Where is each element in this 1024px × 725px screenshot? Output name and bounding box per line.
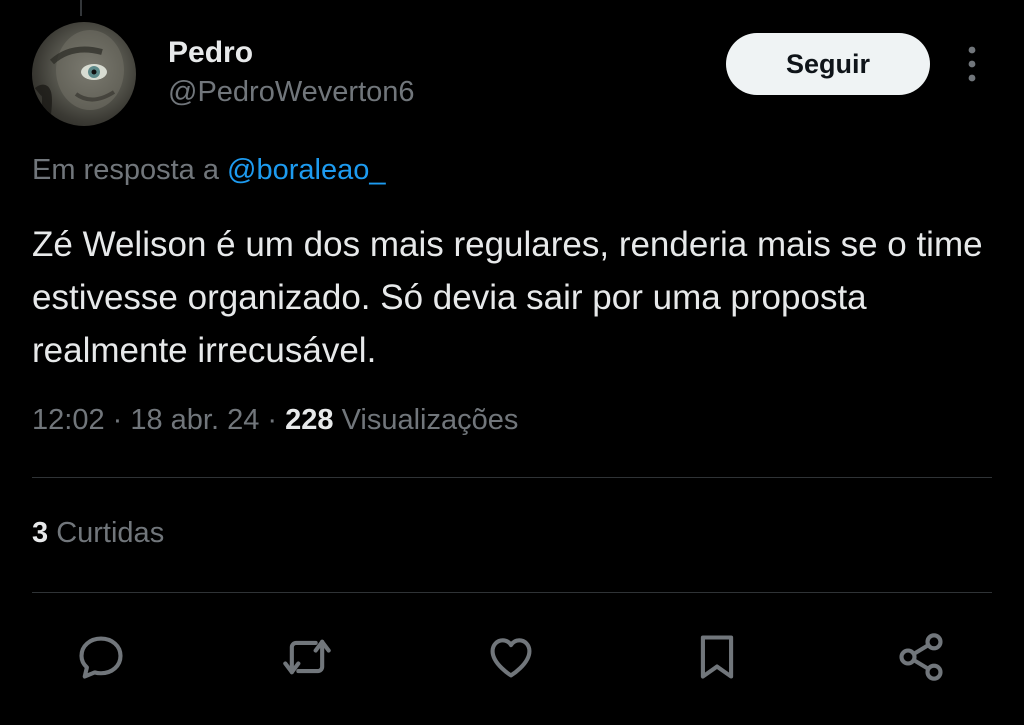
likes-count: 3	[32, 517, 49, 549]
tweet-time[interactable]: 12:02	[32, 404, 105, 436]
more-options-button[interactable]	[952, 42, 992, 86]
reply-context-prefix: Em resposta a	[32, 154, 219, 186]
likes-summary[interactable]: 3 Curtidas	[32, 517, 164, 550]
retweet-icon	[283, 639, 331, 675]
tweet-meta: 12:02 · 18 abr. 24 · 228 Visualizações	[32, 404, 518, 437]
tweet-text: Zé Welison é um dos mais regulares, rend…	[32, 225, 983, 370]
action-bar	[0, 622, 1024, 692]
more-dots-icon	[968, 46, 976, 82]
bookmark-button[interactable]	[682, 622, 752, 692]
thread-connector-line	[80, 0, 82, 16]
share-button[interactable]	[886, 622, 956, 692]
divider	[32, 592, 992, 593]
reply-icon	[79, 636, 123, 679]
meta-separator: ·	[259, 404, 286, 436]
avatar[interactable]	[32, 22, 136, 126]
avatar-image	[34, 30, 124, 115]
like-button[interactable]	[476, 622, 546, 692]
retweet-button[interactable]	[272, 622, 342, 692]
follow-button[interactable]: Seguir	[726, 33, 930, 95]
user-handle[interactable]: @PedroWeverton6	[168, 76, 415, 109]
views-label: Visualizações	[341, 404, 519, 436]
reply-context: Em resposta a @boraleao_	[32, 154, 386, 187]
bookmark-icon	[700, 635, 734, 679]
share-icon	[899, 633, 943, 681]
likes-label: Curtidas	[56, 517, 165, 549]
tweet-date[interactable]: 18 abr. 24	[130, 404, 259, 436]
reply-mention-link[interactable]: @boraleao_	[227, 154, 385, 186]
user-display-name[interactable]: Pedro	[168, 36, 253, 70]
like-icon	[490, 638, 532, 678]
reply-button[interactable]	[66, 622, 136, 692]
views-count: 228	[285, 404, 334, 436]
divider	[32, 477, 992, 478]
meta-separator: ·	[104, 404, 131, 436]
